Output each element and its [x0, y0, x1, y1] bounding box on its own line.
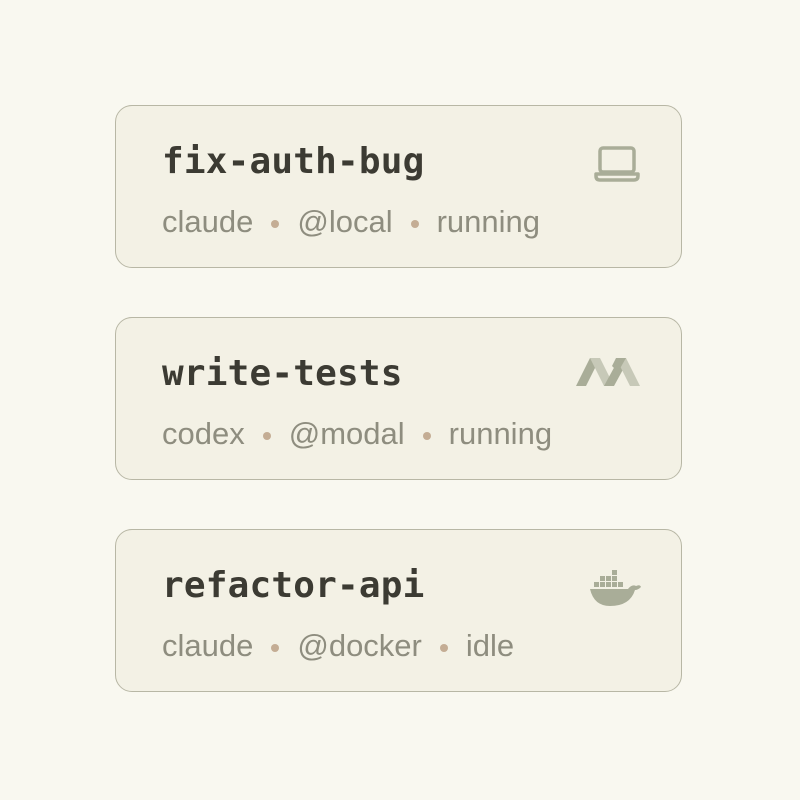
status-label: idle	[465, 628, 515, 663]
session-card[interactable]: fix-auth-bug claude @local running	[115, 105, 682, 268]
docker-whale-icon	[590, 570, 641, 606]
agent-label: codex	[162, 416, 245, 451]
session-meta: codex @modal running	[162, 414, 552, 454]
separator-dot	[422, 432, 431, 440]
host-label: @modal	[288, 416, 405, 451]
host-label: @docker	[297, 628, 422, 663]
status-label: running	[436, 204, 541, 239]
agent-label: claude	[162, 204, 254, 239]
session-name: write-tests	[162, 353, 403, 394]
separator-dot	[439, 644, 448, 652]
sessions-page: fix-auth-bug claude @local running write…	[0, 0, 800, 800]
laptop-icon	[594, 146, 640, 182]
session-name: fix-auth-bug	[162, 141, 425, 182]
session-meta: claude @local running	[162, 202, 540, 242]
agent-label: claude	[162, 628, 254, 663]
separator-dot	[271, 220, 280, 228]
status-label: running	[448, 416, 553, 451]
separator-dot	[271, 644, 280, 652]
session-name: refactor-api	[162, 565, 425, 606]
session-card[interactable]: write-tests codex @modal running	[115, 317, 682, 480]
separator-dot	[410, 220, 419, 228]
session-card[interactable]: refactor-api claude @docker idle	[115, 529, 682, 692]
separator-dot	[262, 432, 271, 440]
host-label: @local	[297, 204, 393, 239]
session-meta: claude @docker idle	[162, 626, 514, 666]
modal-logo-icon	[576, 358, 640, 386]
